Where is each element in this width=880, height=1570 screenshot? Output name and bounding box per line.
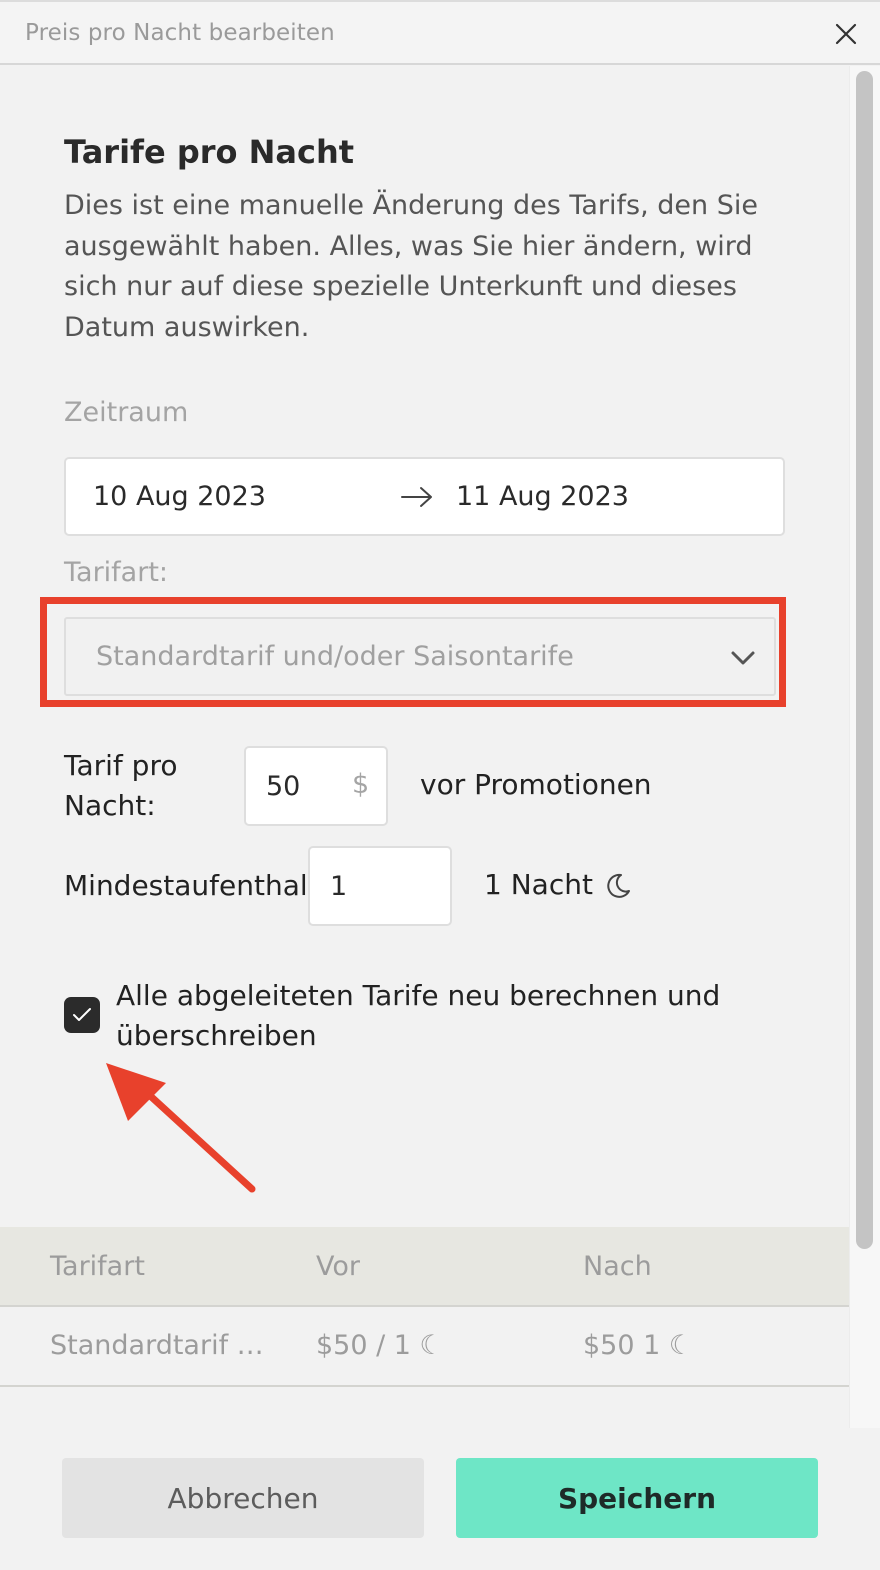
dialog-footer: Abbrechen Speichern xyxy=(0,1428,880,1570)
moon-icon xyxy=(607,873,630,898)
chevron-down-icon xyxy=(731,651,755,665)
start-date[interactable]: 10 Aug 2023 xyxy=(93,481,266,512)
section-description: Dies ist eine manuelle Änderung des Tari… xyxy=(64,190,758,343)
min-stay-input[interactable] xyxy=(308,846,452,926)
rate-note: vor Promotionen xyxy=(420,768,652,801)
column-header-rate-type: Tarifart xyxy=(50,1251,145,1282)
cancel-button[interactable]: Abbrechen xyxy=(62,1458,424,1538)
annotation-arrow-icon xyxy=(106,1063,256,1193)
cell-after: $50 1 ☾ xyxy=(583,1330,694,1361)
dialog-header: Preis pro Nacht bearbeiten xyxy=(0,0,880,65)
arrow-right-icon xyxy=(401,487,432,507)
recalculate-checkbox[interactable] xyxy=(64,997,100,1033)
checkmark-icon xyxy=(73,1008,91,1021)
rate-type-select[interactable]: Standardtarif und/oder Saisontarife xyxy=(64,617,776,696)
rate-type-label: Tarifart: xyxy=(64,557,169,588)
save-button[interactable]: Speichern xyxy=(456,1458,818,1538)
column-header-before: Vor xyxy=(316,1251,360,1282)
rate-per-night-label: Tarif pro Nacht: xyxy=(64,749,178,822)
currency-symbol: $ xyxy=(352,769,370,800)
min-stay-note: 1 Nacht xyxy=(484,868,593,901)
cell-before: $50 / 1 ☾ xyxy=(316,1330,444,1361)
column-header-after: Nach xyxy=(583,1251,652,1282)
end-date[interactable]: 11 Aug 2023 xyxy=(456,481,629,512)
scrollbar-thumb[interactable] xyxy=(856,71,873,1249)
rate-type-value: Standardtarif und/oder Saisontarife xyxy=(96,641,574,672)
min-stay-label: Mindestaufenthalt xyxy=(64,869,319,902)
section-heading: Tarife pro Nacht xyxy=(64,133,355,171)
cell-rate-type: Standardtarif … xyxy=(50,1330,264,1361)
table-header: Tarifart Vor Nach xyxy=(0,1227,849,1307)
dialog-title: Preis pro Nacht bearbeiten xyxy=(25,20,335,46)
period-label: Zeitraum xyxy=(64,397,189,428)
recalculate-label[interactable]: Alle abgeleiteten Tarife neu berechnen u… xyxy=(116,976,756,1056)
close-icon xyxy=(835,23,857,45)
date-range-picker[interactable]: 10 Aug 2023 11 Aug 2023 xyxy=(64,457,785,536)
table-row: Standardtarif … $50 / 1 ☾ $50 1 ☾ xyxy=(0,1307,849,1387)
close-button[interactable] xyxy=(834,22,858,46)
edit-price-dialog: Preis pro Nacht bearbeiten Tarife pro Na… xyxy=(0,0,880,1570)
